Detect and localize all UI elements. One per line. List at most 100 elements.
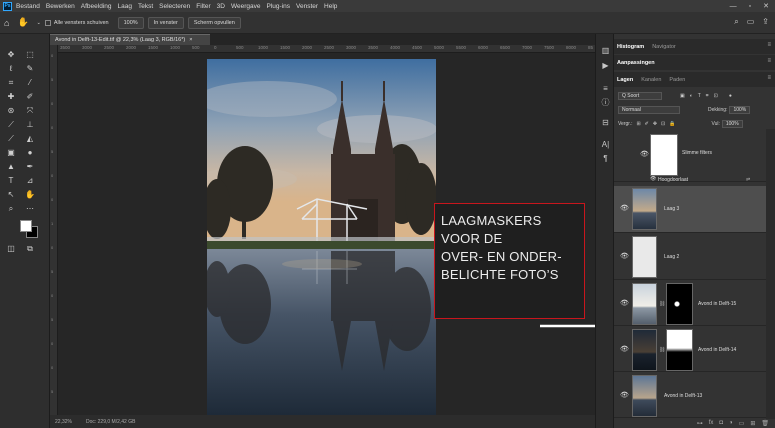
eraser-tool-icon[interactable]: ⟋ bbox=[5, 120, 17, 130]
pen-tool-icon[interactable]: ✒ bbox=[24, 162, 36, 172]
restore-icon[interactable]: ▫ bbox=[749, 3, 751, 10]
photoshop-logo[interactable]: Ps bbox=[3, 1, 12, 11]
info-icon[interactable]: ⓘ bbox=[600, 98, 611, 108]
panel-menu-icon[interactable]: ≡ bbox=[767, 58, 771, 64]
dodge-tool-icon[interactable]: ▲ bbox=[5, 162, 17, 172]
gradient-tool-icon[interactable]: ⟋ bbox=[5, 134, 17, 144]
layer-name[interactable]: Slimme filters bbox=[682, 150, 712, 156]
layer-name[interactable]: Hoogdoorlaat bbox=[658, 177, 688, 183]
crop-tool-icon[interactable]: ⌗ bbox=[5, 78, 17, 88]
adjustment-icon[interactable]: ◑ bbox=[729, 420, 733, 426]
panel-menu-icon[interactable]: ≡ bbox=[767, 42, 771, 48]
menu-venster[interactable]: Venster bbox=[296, 3, 318, 10]
type-tool-icon[interactable]: T bbox=[5, 176, 17, 186]
lasso-tool-icon[interactable]: ℓ bbox=[5, 64, 17, 74]
fill-tool-icon[interactable]: ▣ bbox=[5, 148, 17, 158]
filter-icons[interactable]: ▣◐T⌗⊡ bbox=[680, 93, 723, 99]
quick-mask-icon[interactable]: ◫ bbox=[5, 244, 17, 254]
foreground-color-swatch[interactable] bbox=[20, 220, 32, 232]
chain-link-icon[interactable]: ⛓ bbox=[659, 301, 665, 307]
scroll-all-checkbox[interactable] bbox=[44, 19, 51, 26]
menu-laag[interactable]: Laag bbox=[118, 3, 132, 10]
brush-tool-icon[interactable]: ✐ bbox=[24, 92, 36, 102]
link-icon[interactable]: ⊶ bbox=[697, 420, 703, 427]
home-icon[interactable]: ⌂ bbox=[4, 18, 9, 28]
layer-row-filter-entry[interactable]: 👁 Hoogdoorlaat ⇌ bbox=[614, 175, 766, 185]
blend-mode-select[interactable]: Normaal bbox=[618, 105, 680, 114]
tab-adjustments[interactable]: Aanpassingen bbox=[617, 60, 655, 66]
visibility-eye-icon[interactable]: 👁 bbox=[640, 150, 649, 158]
search-icon[interactable]: ⌕ bbox=[734, 17, 738, 27]
layer-name[interactable]: Avond in Delft-15 bbox=[698, 301, 736, 307]
menu-3d[interactable]: 3D bbox=[217, 3, 225, 10]
menu-bewerken[interactable]: Bewerken bbox=[46, 3, 75, 10]
close-window-icon[interactable]: ✕ bbox=[763, 2, 769, 10]
eyedropper-tool-icon[interactable]: ⁄ bbox=[24, 78, 36, 88]
tab-histogram[interactable]: Histogram bbox=[617, 44, 644, 50]
zoom-level[interactable]: 22,32% bbox=[55, 419, 72, 425]
histogram-icon[interactable]: ▥ bbox=[600, 46, 611, 56]
fill-screen-button[interactable]: Scherm opvullen bbox=[187, 16, 241, 29]
layer-mask-thumbnail[interactable] bbox=[666, 283, 693, 325]
mask-icon[interactable]: ◘ bbox=[719, 420, 723, 426]
paragraph-icon[interactable]: ¶ bbox=[600, 154, 611, 164]
visibility-eye-icon[interactable]: 👁 bbox=[620, 204, 629, 212]
filter-kind-select[interactable]: Q Soort bbox=[618, 91, 662, 100]
visibility-eye-icon[interactable]: 👁 bbox=[620, 252, 629, 260]
move-tool-icon[interactable]: ✥ bbox=[5, 50, 17, 60]
visibility-eye-icon[interactable]: 👁 bbox=[620, 345, 629, 353]
more-tools-icon[interactable]: ⋯ bbox=[24, 204, 36, 214]
filter-options-icon[interactable]: ⇌ bbox=[746, 177, 750, 183]
layer-mask-thumbnail[interactable] bbox=[666, 329, 693, 371]
tab-paths[interactable]: Paden bbox=[669, 77, 685, 83]
layer-row-laag-3[interactable]: 👁 Laag 3 bbox=[614, 186, 766, 233]
hand-tool-icon[interactable]: ✋ bbox=[24, 190, 36, 200]
blur-tool-icon[interactable]: ◭ bbox=[24, 134, 36, 144]
clone-tool-icon[interactable]: ⊛ bbox=[5, 106, 17, 116]
properties-icon[interactable]: ⊟ bbox=[600, 118, 611, 128]
chain-link-icon[interactable]: ⛓ bbox=[659, 347, 665, 353]
minimize-icon[interactable]: — bbox=[730, 3, 737, 10]
character-icon[interactable]: A| bbox=[600, 140, 611, 150]
fill-field[interactable]: 100% bbox=[721, 119, 743, 128]
layer-name[interactable]: Laag 2 bbox=[664, 254, 679, 260]
visibility-eye-icon[interactable]: 👁 bbox=[650, 176, 656, 182]
lock-icons[interactable]: ⊞✐✥⊡🔒 bbox=[636, 121, 679, 127]
fx-icon[interactable]: fx bbox=[709, 420, 714, 426]
tab-navigator[interactable]: Navigator bbox=[652, 44, 676, 50]
screen-mode-icon[interactable]: ⧉ bbox=[24, 244, 36, 254]
layer-row-delft-14[interactable]: 👁 ⛓ Avond in Delft-14 bbox=[614, 327, 766, 372]
share-icon[interactable]: ⇪ bbox=[762, 17, 769, 27]
healing-tool-icon[interactable]: ✚ bbox=[5, 92, 17, 102]
menu-help[interactable]: Help bbox=[324, 3, 337, 10]
menu-weergave[interactable]: Weergave bbox=[231, 3, 261, 10]
history-brush-icon[interactable]: ⤧ bbox=[24, 106, 36, 116]
path-select-icon[interactable]: ⊿ bbox=[24, 176, 36, 186]
document-image[interactable] bbox=[207, 59, 436, 415]
panel-menu-icon[interactable]: ≡ bbox=[767, 75, 771, 81]
quick-select-tool-icon[interactable]: ✎ bbox=[24, 64, 36, 74]
adjustments-icon[interactable]: ≡ bbox=[600, 84, 611, 94]
layer-row-laag-2[interactable]: 👁 Laag 2 bbox=[614, 234, 766, 280]
new-layer-icon[interactable]: ⊞ bbox=[750, 420, 755, 427]
layer-name[interactable]: Avond in Delft-14 bbox=[698, 347, 736, 353]
trash-icon[interactable]: 🗑 bbox=[761, 420, 769, 427]
drop-tool-icon[interactable]: ● bbox=[24, 148, 36, 158]
menu-tekst[interactable]: Tekst bbox=[138, 3, 153, 10]
menu-selecteren[interactable]: Selecteren bbox=[159, 3, 190, 10]
play-icon[interactable]: ▶ bbox=[600, 61, 611, 71]
zoom-100-button[interactable]: 100% bbox=[117, 16, 144, 29]
visibility-eye-icon[interactable]: 👁 bbox=[620, 391, 629, 399]
layer-row-delft-13[interactable]: 👁 Avond in Delft-13 bbox=[614, 373, 766, 418]
layer-name[interactable]: Laag 3 bbox=[664, 206, 679, 212]
workspace-icon[interactable]: ▭ bbox=[747, 17, 755, 27]
chevron-down-icon[interactable]: ⌄ bbox=[37, 20, 41, 26]
menu-plugins[interactable]: Plug-ins bbox=[267, 3, 290, 10]
tab-layers[interactable]: Lagen bbox=[617, 77, 633, 83]
document-tab[interactable]: Avond in Delft-13-Edit.tif @ 22,3% (Laag… bbox=[50, 34, 210, 45]
fit-window-button[interactable]: In venster bbox=[147, 16, 184, 29]
menu-afbeelding[interactable]: Afbeelding bbox=[81, 3, 112, 10]
menu-filter[interactable]: Filter bbox=[196, 3, 210, 10]
visibility-eye-icon[interactable]: 👁 bbox=[620, 299, 629, 307]
menu-bestand[interactable]: Bestand bbox=[16, 3, 40, 10]
